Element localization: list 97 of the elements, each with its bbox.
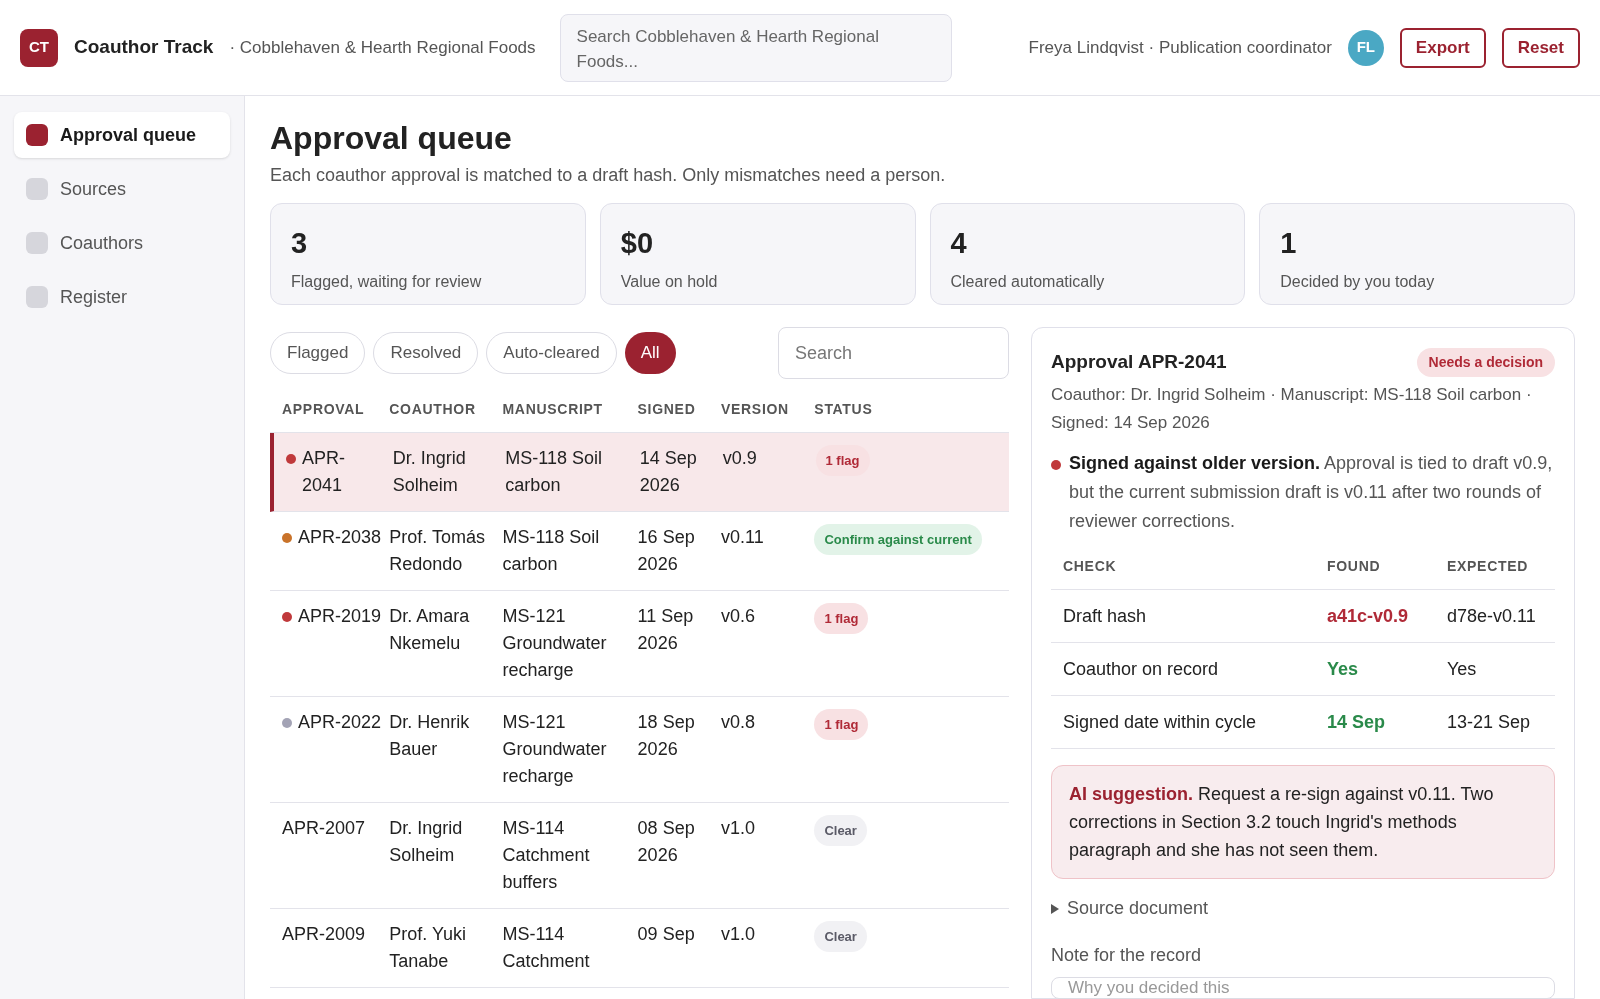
user-avatar: FL [1347, 29, 1384, 66]
found-value: a41c-v0.9 [1327, 604, 1410, 628]
found-value: Yes [1327, 657, 1360, 681]
nav-icon [26, 124, 48, 146]
stat-label: Decided by you today [1280, 271, 1436, 292]
approval-id: APR-2007 [282, 817, 366, 840]
table-row[interactable]: APR-2022 Dr. Henrik Bauer MS-121 Groundwater recharge 18 Sep 2026 v0.8 1 flag [270, 697, 1009, 803]
app-logo: CT [20, 28, 58, 67]
table-search-field[interactable]: Search [778, 327, 1009, 379]
status-badge: Clear [814, 815, 867, 846]
nav-icon [26, 232, 48, 254]
table-cell-text: Dr. Henrik Bauer [389, 711, 471, 761]
table-cell-text: 18 Sep 2026 [637, 711, 696, 761]
approval-details: Coauthor: Dr. Ingrid Solheim · Manuscript: MS-118 Soil carbon · Signed: 14 Sep 2026 [1051, 384, 1533, 434]
finding-text: Signed against older version. Approval is tied to draft v0.9, but the current submission draft is v0.11 after two rounds of reviewer corrections. [1069, 452, 1554, 533]
table-row[interactable]: APR-2007 Dr. Ingrid Solheim MS-114 Catchment buffers 08 Sep 2026 v1.0 Clear [270, 803, 1009, 909]
table-cell-text: Dr. Amara Nkemelu [389, 605, 471, 655]
check-name: Signed date within cycle [1063, 710, 1258, 734]
ai-suggestion-text: AI suggestion. Request a re-sign against v0.11. Two corrections in Section 3.2 touch Ingrid's methods paragraph and she has not seen them. [1069, 783, 1495, 862]
table-cell-text: 16 Sep 2026 [637, 526, 696, 576]
organization-name: · Cobblehaven & Hearth Regional Foods [229, 36, 536, 59]
stat-label: Value on hold [620, 271, 719, 292]
note-field[interactable]: Why you decided this [1051, 977, 1555, 999]
stat-value: $0 [620, 226, 654, 261]
table-cell-text: 14 Sep 2026 [639, 447, 698, 497]
stat-label: Cleared automatically [950, 271, 1106, 292]
table-cell-text: 11 Sep 2026 [637, 605, 695, 655]
approval-id: APR-2041 [302, 447, 346, 497]
table-cell-text: MS-118 Soil carbon [505, 447, 604, 497]
table-row[interactable]: APR-2019 Dr. Amara Nkemelu MS-121 Groundwater recharge 11 Sep 2026 v0.6 1 flag [270, 591, 1009, 697]
table-cell-text: MS-121 Groundwater recharge [502, 711, 608, 788]
table-cell-text: v0.11 [721, 526, 765, 549]
expected-value: Yes [1447, 657, 1478, 681]
approval-id: APR-2022 [298, 711, 382, 734]
table-row[interactable]: APR-2038 Prof. Tomás Redondo MS-118 Soil carbon 16 Sep 2026 v0.11 Confirm against current [270, 512, 1009, 591]
column-header: CHECK [1063, 557, 1118, 576]
table-cell-text: 08 Sep 2026 [637, 817, 696, 867]
column-header: VERSION [721, 400, 790, 419]
approval-id: APR-2009 [282, 923, 366, 946]
check-name: Draft hash [1063, 604, 1148, 628]
column-header: APPROVAL [282, 400, 366, 419]
found-value: 14 Sep [1327, 710, 1387, 734]
table-cell-text: Dr. Ingrid Solheim [392, 447, 467, 497]
table-cell-text: v0.6 [721, 605, 757, 628]
header-button[interactable]: Reset [1501, 27, 1580, 68]
source-document-toggle[interactable]: Source document [1051, 895, 1555, 922]
table-cell-text: Dr. Ingrid Solheim [389, 817, 464, 867]
nav-icon [26, 286, 48, 308]
sidebar-item[interactable]: Sources [14, 166, 230, 212]
filter-chip[interactable]: All [624, 332, 676, 374]
table-cell-text: Prof. Yuki Tanabe [389, 923, 467, 973]
expected-value: 13-21 Sep [1447, 710, 1532, 734]
stat-value: 4 [950, 226, 968, 261]
note-label: Note for the record [1051, 944, 1203, 967]
table-cell-text: v0.8 [721, 711, 757, 734]
sidebar-item[interactable]: Register [14, 274, 230, 320]
status-badge: 1 flag [814, 709, 869, 740]
table-cell-text: MS-114 Catchment buffers [502, 817, 591, 894]
stat-value: 1 [1280, 226, 1298, 261]
column-header: FOUND [1327, 557, 1382, 576]
table-cell-text: v1.0 [721, 817, 757, 840]
column-header: COAUTHOR [389, 400, 477, 419]
check-name: Coauthor on record [1063, 657, 1220, 681]
page-subtitle: Each coauthor approval is matched to a draft hash. Only mismatches need a person. [270, 164, 947, 187]
caret-icon [1051, 903, 1059, 914]
status-badge: Clear [814, 921, 867, 952]
table-row[interactable]: APR-2041 Dr. Ingrid Solheim MS-118 Soil carbon 14 Sep 2026 v0.9 1 flag [270, 433, 1009, 512]
app-name: Coauthor Track [74, 35, 214, 60]
table-cell-text: 09 Sep [637, 923, 696, 946]
table-cell-text: MS-121 Groundwater recharge [502, 605, 608, 682]
sidebar-item[interactable]: Approval queue [14, 112, 230, 158]
user-role: Freya Lindqvist · Publication coordinator [1028, 36, 1332, 59]
column-header: MANUSCRIPT [502, 400, 604, 419]
decision-badge: Needs a decision [1416, 348, 1555, 377]
header-button[interactable]: Export [1399, 27, 1486, 68]
search-field[interactable]: Search Cobblehaven & Hearth Regional Foods... [559, 13, 952, 82]
approval-id: APR-2038 [298, 526, 382, 549]
stat-label: Flagged, waiting for review [291, 271, 483, 292]
column-header: EXPECTED [1447, 557, 1530, 576]
table-cell-text: Prof. Tomás Redondo [389, 526, 486, 576]
expected-value: d78e-v0.11 [1447, 604, 1537, 628]
sidebar-item[interactable]: Coauthors [14, 220, 230, 266]
table-cell-text: v0.9 [722, 447, 758, 470]
table-cell-text: v1.0 [721, 923, 757, 946]
page-title: Approval queue [270, 119, 513, 158]
table-row[interactable]: APR-2009 Prof. Yuki Tanabe MS-114 Catchment 09 Sep v1.0 Clear [270, 909, 1009, 988]
nav-icon [26, 178, 48, 200]
table-cell-text: MS-118 Soil carbon [502, 526, 601, 576]
status-badge: 1 flag [814, 603, 869, 634]
status-badge: Confirm against current [814, 524, 982, 555]
column-header: STATUS [814, 400, 874, 419]
approval-id: APR-2019 [298, 605, 382, 628]
status-badge: 1 flag [815, 445, 870, 476]
table-cell-text: MS-114 Catchment [502, 923, 591, 973]
stat-value: 3 [291, 226, 309, 261]
detail-title: Approval APR-2041 [1051, 350, 1227, 375]
column-header: SIGNED [637, 400, 697, 419]
